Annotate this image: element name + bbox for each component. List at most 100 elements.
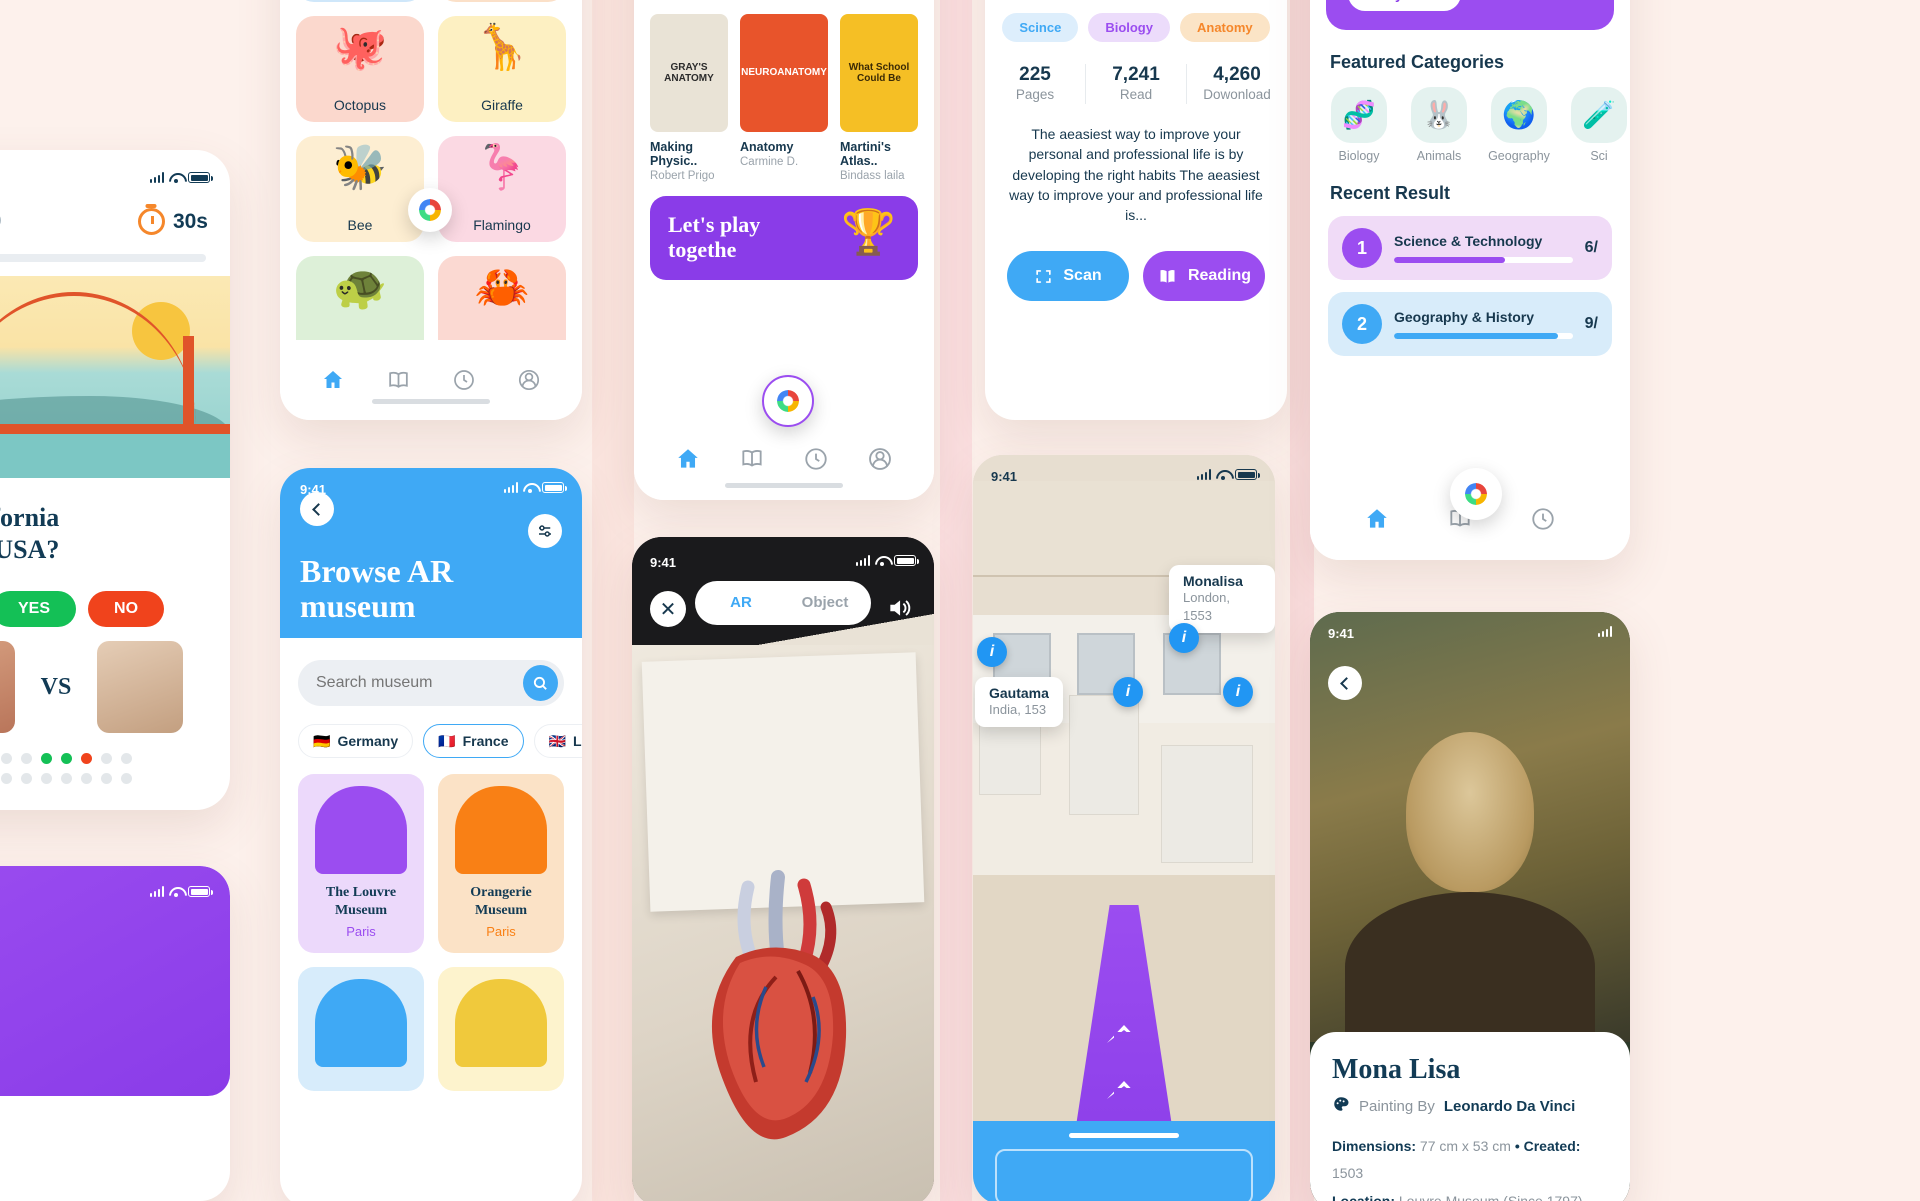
featured-category-geography[interactable]: 🌍 Geography [1488,87,1550,163]
book-tag-biology[interactable]: Biology [1088,13,1170,42]
quiz-progress-bar [0,254,206,262]
reading-button[interactable]: Reading [1143,251,1265,302]
recent-results-list: 1 Science & Technology 6/2 Geography & Hist… [1310,216,1630,356]
home-icon[interactable] [318,365,348,395]
versus-label: VS [40,673,72,700]
book-tag-anatomy[interactable]: Anatomy [1179,13,1270,42]
scan-button[interactable]: Scan [1007,251,1129,302]
book-detail-panel: Gray's Anatomy ★★★★★ (283) ScinceBiology… [985,0,1287,420]
book-icon[interactable] [737,444,767,474]
dot-wrong [80,753,92,764]
featured-category-sci[interactable]: 🧪 Sci [1568,87,1630,163]
recent-result-heading: Recent Result [1330,183,1451,203]
category-icon: 🌍 [1491,87,1547,143]
search-input[interactable] [316,674,523,692]
book-card[interactable]: GRAY'S ANATOMY Making Physic.. Robert Prig… [650,14,728,182]
animal-label: Giraffe [481,97,523,113]
animal-card[interactable]: 🐝 Bee [296,136,424,242]
museum-card[interactable] [298,967,424,1091]
signal-icon [149,886,164,897]
result-row[interactable]: 2 Geography & History 9/ [1328,292,1612,356]
play-together-card[interactable]: Let's play togethe 🏆 [650,196,918,280]
animal-card[interactable]: 🐙 Octopus [296,16,424,122]
country-chip-london[interactable]: 🇬🇧 London [533,724,582,758]
artwork-metadata: Dimensions: 77 cm x 53 cm • Created: 150… [1332,1133,1608,1201]
animals-panel: 🐋Blue whale 🐕Dog 🐙 Octopus 🦒 Giraffe 🐝 Bee 🦩 Flam… [280,0,582,420]
book-actions: Scan Reading [1007,251,1265,302]
featured-category-row: 🧬 Biology 🐰 Animals 🌍 Geography 🧪 Sci [1310,73,1630,163]
museum-card[interactable]: The Louvre Museum Paris [298,774,424,953]
animal-card[interactable]: 🐋Blue whale [296,0,424,2]
book-icon[interactable] [383,365,413,395]
info-icon[interactable]: i [1169,623,1199,653]
home-indicator [372,399,490,404]
pedestal [979,717,1041,795]
museum-card[interactable]: Orangerie Museum Paris [438,774,564,953]
google-lens-icon[interactable] [1450,468,1502,520]
books-home-panel: Try it 🧬Biology🐰Animals🌍Geography🧪Scienc… [634,0,934,500]
artwork-tooltip-gautama[interactable]: Gautama India, 153 [975,677,1063,727]
result-row[interactable]: 1 Science & Technology 6/ [1328,216,1612,280]
google-lens-icon[interactable] [762,375,814,427]
featured-category-biology[interactable]: 🧬 Biology [1328,87,1390,163]
chip-label: France [462,733,509,749]
featured-category-animals[interactable]: 🐰 Animals [1408,87,1470,163]
ar-info-card [995,1149,1253,1201]
quiz-timer: 30s [137,208,208,235]
info-icon[interactable]: i [1113,677,1143,707]
animal-card[interactable]: 🐕Dog [438,0,566,2]
avatar-player-1 [0,641,15,734]
mona-lisa-panel: 9:41 Mona Lisa Painting By Leonardo Da V… [1310,612,1630,1201]
book-card[interactable]: NEUROANATOMY Anatomy Carmine D. [740,14,828,182]
book-tags: Scince Biology Anatomy [985,13,1287,42]
search-bar[interactable] [298,660,564,706]
close-icon[interactable]: ✕ [650,591,686,627]
book-card[interactable]: What School Could Be Martini's Atlas.. Bin… [840,14,918,182]
play-together-hero[interactable]: Let's play together Play now 🏆 [1326,0,1614,30]
play-now-button[interactable]: Play now [1348,0,1461,12]
answer-no-2[interactable]: NO [88,591,165,628]
answer-yes[interactable]: YES [0,591,77,628]
info-icon[interactable]: i [977,637,1007,667]
signal-icon [503,482,518,493]
face-shape [1406,732,1534,892]
back-icon[interactable] [1328,666,1362,700]
animal-card[interactable]: 🦒 Giraffe [438,16,566,122]
animal-emoji: 🦀 [474,263,530,312]
pedestal [1069,695,1139,815]
flag-icon: 🇫🇷 [438,732,456,749]
ar-object-toggle[interactable]: AR Object [695,581,871,625]
home-icon[interactable] [673,444,703,474]
book-tag-scince[interactable]: Scince [1002,13,1079,42]
compass-icon[interactable] [801,444,831,474]
home-icon[interactable] [1362,504,1392,534]
search-icon[interactable] [523,665,558,701]
tab-object[interactable]: Object [783,585,867,621]
compass-icon[interactable] [1528,504,1558,534]
museum-card[interactable] [438,967,564,1091]
animal-emoji: 🦒 [474,23,530,72]
country-chip-germany[interactable]: 🇩🇪 Germany [298,724,414,758]
speaker-icon[interactable] [882,591,916,625]
battery-icon [894,555,919,566]
info-icon[interactable]: i [1223,677,1253,707]
dot [60,773,72,784]
palette-icon [1332,1095,1350,1117]
tooltip-meta: London, 1553 [1183,590,1230,623]
sliders-icon[interactable] [528,514,562,548]
compass-icon[interactable] [449,365,479,395]
book-cover: NEUROANATOMY [740,14,828,132]
argal-statusbar-right [1196,469,1260,480]
profile-icon[interactable] [514,365,544,395]
profile-icon[interactable] [865,444,895,474]
back-icon[interactable] [300,492,334,526]
animal-label: Flamingo [473,217,531,233]
battery-icon [188,886,213,897]
google-lens-icon[interactable] [408,188,452,232]
drag-handle[interactable] [1069,1133,1179,1138]
animal-card[interactable]: 🦩 Flamingo [438,136,566,242]
quiz-timer-value: 30s [172,209,208,233]
tab-ar[interactable]: AR [699,585,783,621]
country-chip-france[interactable]: 🇫🇷 France [423,724,524,758]
category-icon: 🐰 [1411,87,1467,143]
